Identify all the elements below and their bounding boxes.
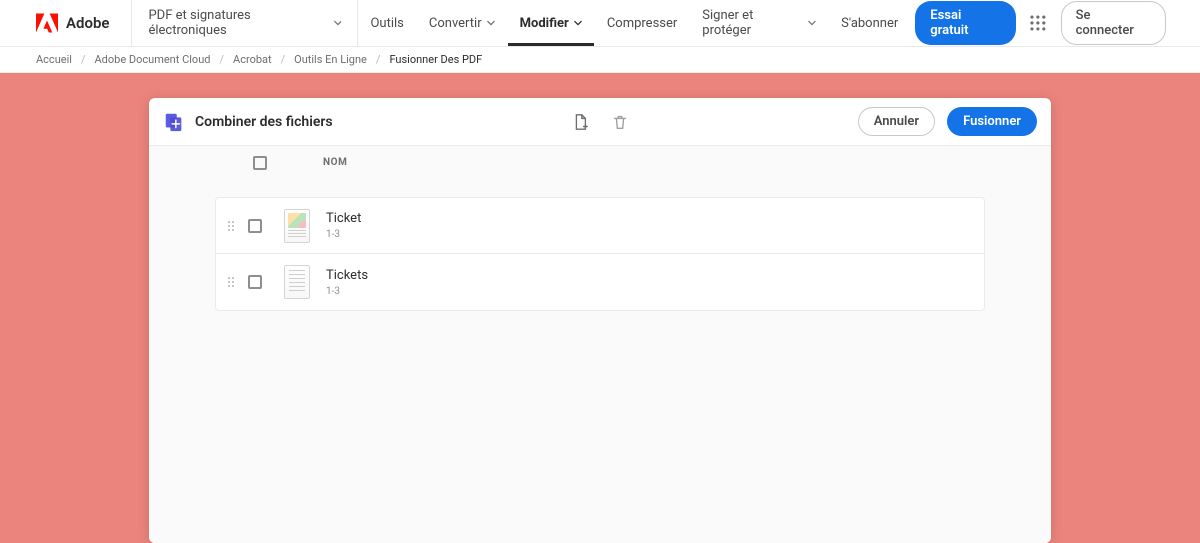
file-name: Ticket bbox=[326, 211, 361, 226]
toolbar-actions: Annuler Fusionner bbox=[858, 107, 1037, 136]
file-row: Ticket 1-3 bbox=[216, 198, 984, 254]
add-file-icon[interactable] bbox=[571, 113, 589, 131]
merge-button[interactable]: Fusionner bbox=[947, 107, 1037, 136]
file-pages: 1-3 bbox=[326, 286, 368, 297]
crumb-acrobat[interactable]: Acrobat bbox=[233, 53, 272, 66]
combine-card: Combiner des fichiers Annuler Fusionner … bbox=[149, 98, 1051, 543]
col-name: NOM bbox=[323, 157, 348, 168]
file-pages: 1-3 bbox=[326, 229, 361, 240]
file-meta: Ticket 1-3 bbox=[326, 211, 361, 240]
tool-title-text: Combiner des fichiers bbox=[195, 114, 333, 130]
file-thumbnail bbox=[284, 265, 310, 299]
row-checkbox[interactable] bbox=[248, 275, 262, 289]
drag-handle-icon[interactable] bbox=[228, 277, 236, 287]
nav-convertir[interactable]: Convertir bbox=[417, 0, 508, 46]
brand[interactable]: Adobe bbox=[0, 0, 132, 46]
nav-label: Outils bbox=[370, 16, 403, 31]
file-thumbnail bbox=[284, 209, 310, 243]
crumb-outils-en-ligne[interactable]: Outils En Ligne bbox=[294, 53, 367, 66]
file-name: Tickets bbox=[326, 268, 368, 283]
list-header: NOM bbox=[149, 146, 1051, 179]
apps-grid-icon[interactable] bbox=[1029, 14, 1047, 32]
nav-label: Modifier bbox=[520, 16, 569, 31]
chevron-down-icon bbox=[808, 19, 816, 27]
file-meta: Tickets 1-3 bbox=[326, 268, 368, 297]
nav-compresser[interactable]: Compresser bbox=[595, 0, 690, 46]
chevron-down-icon bbox=[574, 19, 582, 27]
toolbar: Combiner des fichiers Annuler Fusionner bbox=[149, 98, 1051, 146]
chevron-down-icon bbox=[334, 19, 342, 27]
signin-button[interactable]: Se connecter bbox=[1061, 1, 1166, 45]
cancel-button[interactable]: Annuler bbox=[858, 107, 935, 136]
global-nav: Adobe PDF et signatures électroniques Ou… bbox=[0, 0, 1200, 47]
nav-label: Convertir bbox=[429, 16, 482, 31]
adobe-logo-icon bbox=[36, 13, 58, 33]
nav-outils[interactable]: Outils bbox=[358, 0, 416, 46]
file-list: Ticket 1-3 Tickets 1-3 bbox=[215, 197, 985, 311]
crumb-current: Fusionner Des PDF bbox=[389, 53, 482, 66]
nav-label: Signer et protéger bbox=[702, 8, 803, 38]
nav-label: Compresser bbox=[607, 16, 677, 31]
row-checkbox[interactable] bbox=[248, 219, 262, 233]
tool-title: Combiner des fichiers bbox=[163, 111, 333, 133]
sheet-body: NOM Ticket 1-3 Tickets bbox=[149, 146, 1051, 543]
nav-label: S'abonner bbox=[841, 16, 898, 31]
trial-button[interactable]: Essai gratuit bbox=[915, 1, 1016, 45]
brand-name: Adobe bbox=[66, 14, 109, 32]
toolbar-center-icons bbox=[571, 113, 629, 131]
chevron-down-icon bbox=[487, 19, 495, 27]
breadcrumb: Accueil/ Adobe Document Cloud/ Acrobat/ … bbox=[0, 47, 1200, 73]
nav-items: PDF et signatures électroniques Outils C… bbox=[132, 0, 1028, 46]
crumb-doc-cloud[interactable]: Adobe Document Cloud bbox=[95, 53, 211, 66]
nav-modifier[interactable]: Modifier bbox=[508, 0, 595, 46]
select-all-checkbox[interactable] bbox=[253, 156, 267, 170]
stage: Combiner des fichiers Annuler Fusionner … bbox=[0, 73, 1200, 543]
file-row: Tickets 1-3 bbox=[216, 254, 984, 310]
delete-icon[interactable] bbox=[611, 113, 629, 131]
drag-handle-icon[interactable] bbox=[228, 221, 236, 231]
combine-files-icon bbox=[163, 111, 185, 133]
nav-signer[interactable]: Signer et protéger bbox=[690, 0, 829, 46]
nav-pdf-signatures[interactable]: PDF et signatures électroniques bbox=[132, 0, 358, 46]
nav-right: Se connecter bbox=[1029, 1, 1200, 45]
nav-label: PDF et signatures électroniques bbox=[148, 8, 328, 38]
nav-trial-wrap: Essai gratuit bbox=[911, 0, 1029, 46]
nav-sabonner[interactable]: S'abonner bbox=[829, 0, 911, 46]
crumb-accueil[interactable]: Accueil bbox=[36, 53, 72, 66]
